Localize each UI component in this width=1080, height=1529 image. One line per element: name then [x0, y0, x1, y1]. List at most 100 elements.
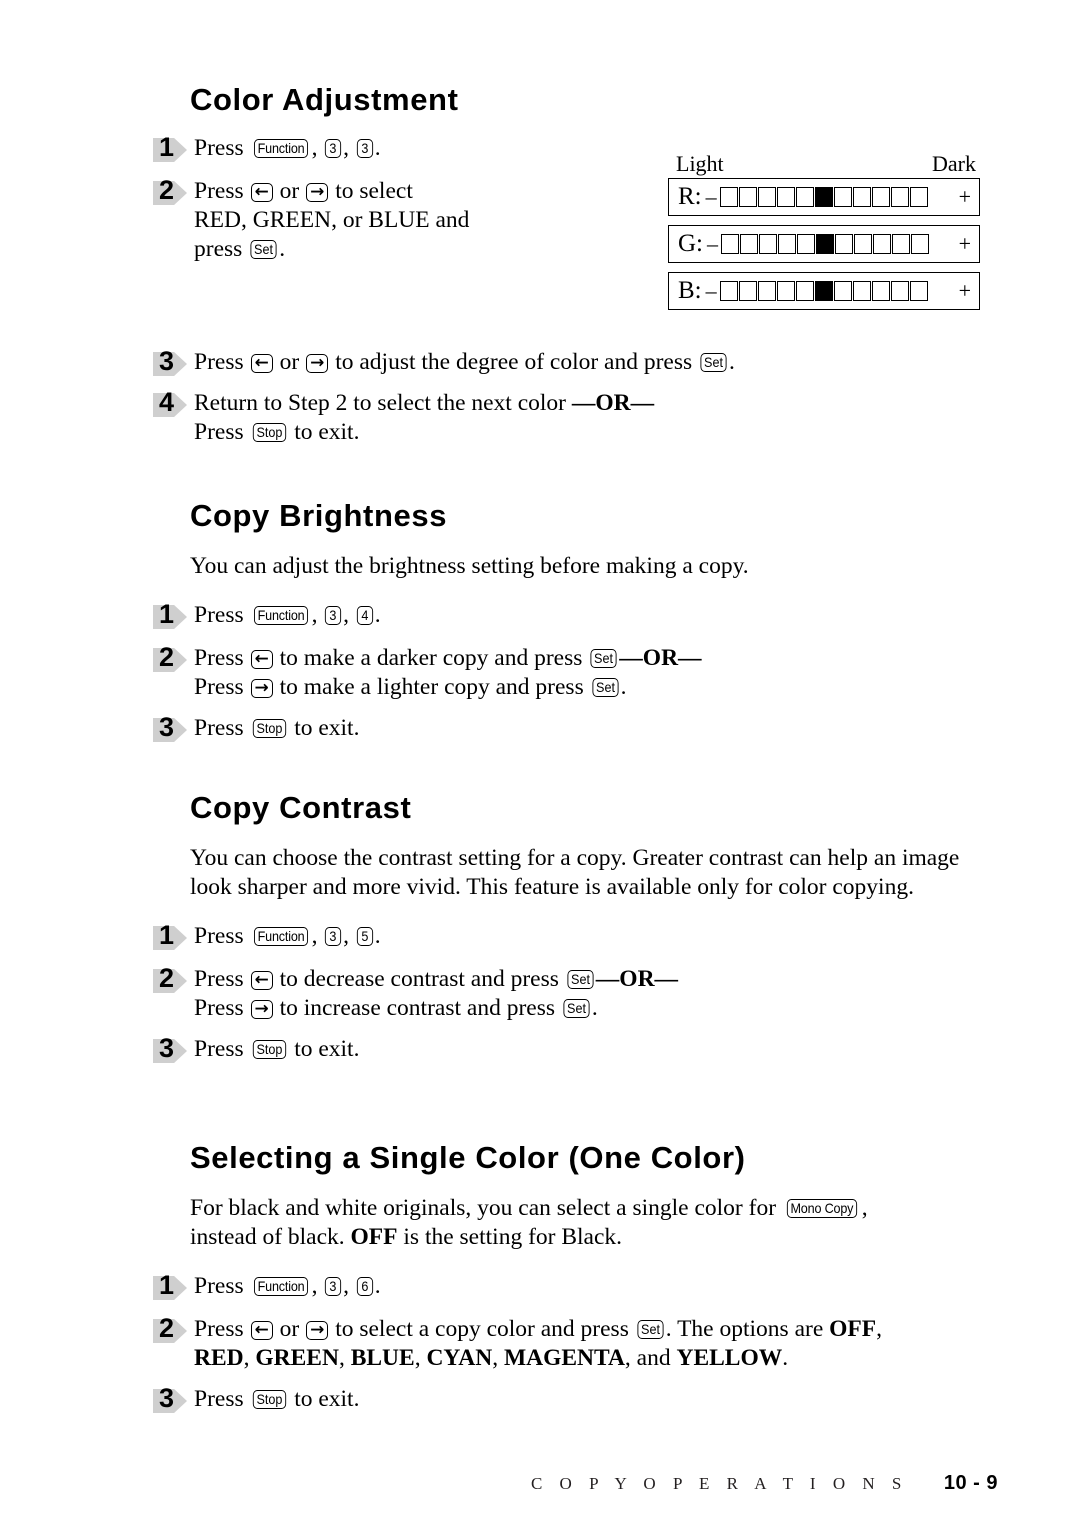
lcd-cell	[757, 187, 776, 207]
key-glyph-right-arrow-icon: →	[250, 1000, 273, 1019]
lcd-cell-group	[719, 187, 928, 207]
key-glyph-set-icon: Set	[567, 970, 594, 989]
emphasis-text: RED	[194, 1345, 244, 1371]
step-marker-icon: 1	[152, 920, 192, 953]
step-marker-icon: 2	[152, 175, 192, 208]
step-text: Press ← or → to adjust the degree of col…	[194, 349, 735, 375]
step-text: Press ← or → to select a copy color and …	[194, 1316, 883, 1371]
lcd-row-label: B:	[678, 277, 702, 304]
emphasis-text: CYAN	[426, 1345, 493, 1371]
lcd-minus-sign: –	[707, 231, 718, 256]
key-glyph-3-icon: 3	[325, 927, 342, 946]
emphasis-text: GREEN	[255, 1345, 339, 1371]
lcd-label-dark: Dark	[932, 151, 976, 176]
emphasis-text: OFF	[829, 1316, 877, 1342]
lcd-row-label: R:	[678, 183, 702, 210]
intro-paragraph: For black and white originals, you can s…	[190, 1195, 868, 1250]
emphasis-text: —OR—	[619, 645, 702, 671]
lcd-cell	[776, 187, 795, 207]
step-1: 1 Press Function, 3, 6.	[152, 1270, 980, 1303]
step-3: 3 Press Stop to exit.	[152, 712, 990, 745]
manual-page: Color Adjustment 1 Press Function, 3, 3.…	[0, 0, 1080, 1529]
lcd-cell	[909, 281, 928, 301]
intro-paragraph: You can adjust the brightness setting be…	[190, 553, 749, 579]
step-text: Press Stop to exit.	[194, 715, 360, 741]
section-copy-contrast: Copy Contrast You can choose the contras…	[153, 790, 980, 1066]
step-number: 4	[159, 387, 175, 417]
step-2: 2 Press ← or → to select RED, GREEN, or B…	[152, 175, 700, 264]
lcd-cell	[759, 234, 777, 254]
lcd-cell	[738, 187, 757, 207]
step-3: 3 Press Stop to exit.	[152, 1383, 980, 1416]
lcd-cell	[852, 281, 871, 301]
key-glyph-left-arrow-icon: ←	[250, 650, 273, 669]
lcd-cell	[890, 187, 909, 207]
lcd-cell	[854, 234, 872, 254]
lcd-row-label: G:	[678, 230, 703, 257]
lcd-color-balance-panel: Light Dark R: – + G: – + B: – +	[668, 152, 980, 319]
lcd-cell	[740, 234, 758, 254]
step-2: 2 Press ← to make a darker copy and pres…	[152, 642, 990, 702]
key-glyph-left-arrow-icon: ←	[250, 971, 273, 990]
lcd-cell-group	[721, 234, 929, 254]
step-text: Press Stop to exit.	[194, 1036, 360, 1062]
step-number: 3	[159, 712, 175, 742]
step-text: Press Function, 3, 6.	[194, 1273, 381, 1299]
step-marker-icon: 1	[152, 132, 192, 165]
lcd-row: G: – +	[668, 225, 980, 263]
step-text: Press Function, 3, 4.	[194, 602, 381, 628]
intro-paragraph: You can choose the contrast setting for …	[190, 845, 960, 900]
step-marker-icon: 3	[152, 712, 192, 745]
lcd-cell	[892, 234, 910, 254]
key-glyph-4-icon: 4	[356, 606, 373, 625]
lcd-plus-sign: +	[958, 184, 971, 209]
lcd-cell	[833, 187, 852, 207]
step-4: 4 Return to Step 2 to select the next co…	[152, 387, 982, 447]
step-marker-icon: 2	[152, 963, 192, 996]
lcd-row: R: – +	[668, 178, 980, 216]
key-glyph-left-arrow-icon: ←	[250, 1321, 273, 1340]
lcd-cell	[871, 187, 890, 207]
key-glyph-right-arrow-icon: →	[306, 183, 329, 202]
lcd-cell	[757, 281, 776, 301]
key-glyph-6-icon: 6	[356, 1277, 373, 1296]
key-glyph-set-icon: Set	[250, 240, 277, 259]
key-glyph-right-arrow-icon: →	[306, 1321, 329, 1340]
step-2: 2 Press ← or → to select a copy color an…	[152, 1313, 980, 1373]
section-heading-copy-contrast: Copy Contrast	[190, 790, 412, 825]
key-glyph-stop-icon: Stop	[252, 719, 286, 738]
step-marker-icon: 1	[152, 1270, 192, 1303]
lcd-scale-labels: Light Dark	[668, 152, 980, 178]
step-number: 3	[159, 346, 175, 376]
lcd-label-light: Light	[676, 151, 724, 176]
step-marker-icon: 2	[152, 1313, 192, 1346]
lcd-cell	[835, 234, 853, 254]
lcd-minus-sign: –	[705, 278, 717, 303]
steps-color-adjustment-cont: 3 Press ← or → to adjust the degree of c…	[152, 346, 982, 447]
steps-copy-contrast: 1 Press Function, 3, 5. 2 Press ← to dec…	[152, 920, 980, 1066]
lcd-row: B: – +	[668, 272, 980, 310]
lcd-cell	[797, 234, 815, 254]
step-marker-icon: 1	[152, 599, 192, 632]
step-text: Press Stop to exit.	[194, 1386, 360, 1412]
step-number: 3	[159, 1383, 175, 1413]
step-1: 1 Press Function, 3, 4.	[152, 599, 990, 632]
key-glyph-stop-icon: Stop	[252, 1040, 286, 1059]
lcd-cell-selected	[814, 187, 833, 207]
key-glyph-3-icon: 3	[356, 139, 373, 158]
steps-color-adjustment: 1 Press Function, 3, 3. 2 Press ← or → t…	[153, 132, 700, 264]
lcd-plus-sign: +	[958, 231, 971, 256]
step-number: 2	[159, 642, 175, 672]
key-glyph-left-arrow-icon: ←	[250, 183, 273, 202]
section-copy-brightness: Copy Brightness You can adjust the brigh…	[153, 498, 990, 745]
step-text: Press Function, 3, 3.	[194, 135, 381, 161]
lcd-cell-selected	[814, 281, 833, 301]
emphasis-text: MAGENTA	[503, 1345, 625, 1371]
step-text: Return to Step 2 to select the next colo…	[194, 390, 655, 445]
key-glyph-left-arrow-icon: ←	[250, 354, 273, 373]
key-glyph-right-arrow-icon: →	[306, 354, 329, 373]
key-glyph-3-icon: 3	[325, 1277, 342, 1296]
lcd-rows: R: – + G: – + B: – +	[668, 178, 980, 310]
key-glyph-stop-icon: Stop	[252, 1390, 286, 1409]
page-footer: C O P Y O P E R A T I O N S 10 - 9	[0, 1472, 1080, 1495]
